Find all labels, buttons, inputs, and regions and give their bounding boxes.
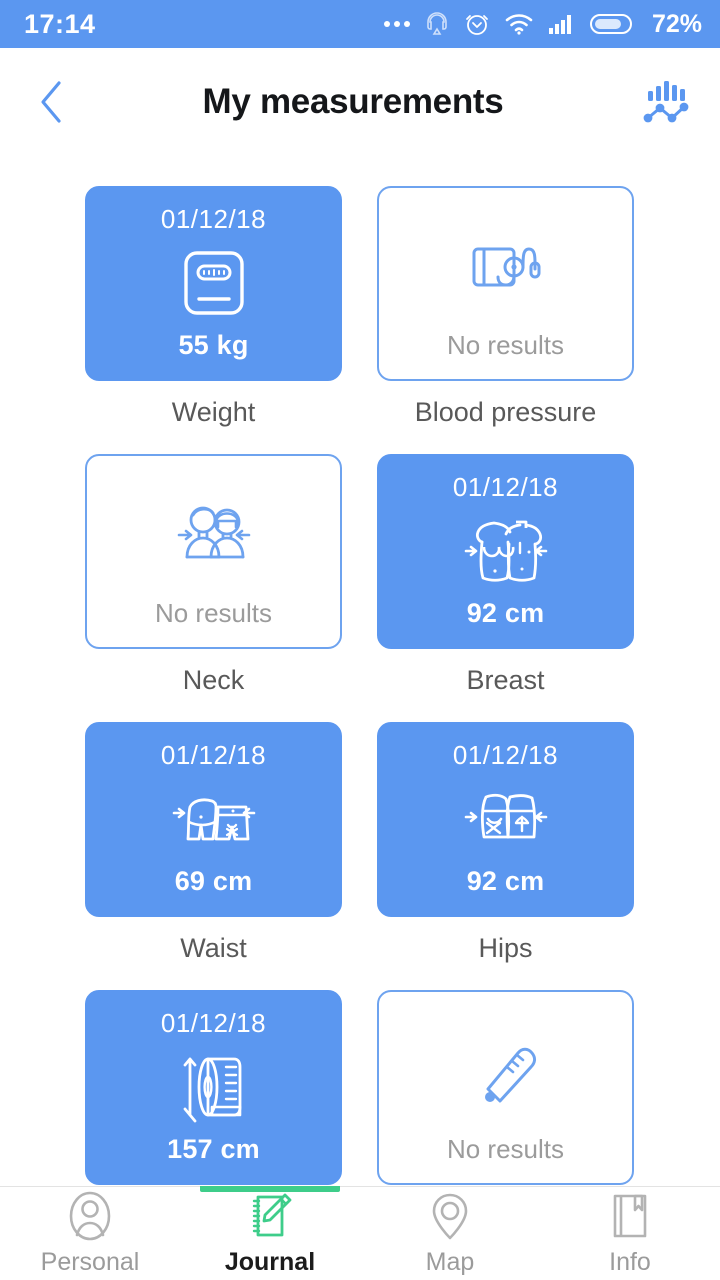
chevron-left-icon [41,81,61,123]
card-date: 01/12/18 [160,740,267,770]
thermometer-icon [484,1047,536,1103]
card-label-waist: Waist [180,933,247,963]
card-icon-wrap [450,503,562,598]
measurement-cell-hips: 01/12/18 92 cm Hips [377,722,634,990]
notebook-pencil-icon [252,1193,292,1237]
nav-tab-label: Info [609,1248,651,1276]
nav-tab-label: Journal [224,1248,316,1276]
nav-tab-label: Personal [40,1248,140,1276]
battery-icon [589,14,632,34]
card-icon-wrap [158,771,270,866]
nav-tab-label: Map [425,1248,475,1276]
measurement-card-hips[interactable]: 01/12/18 92 cm [377,722,634,917]
app-screen: 17:14 72% My measurements 01/12/18 55 kg… [0,0,720,1280]
nav-tab-map[interactable]: Map [360,1187,540,1280]
card-label-weight: Weight [171,397,256,427]
measurement-cell-height: 01/12/18 157 cm [85,990,342,1186]
scale-icon [183,250,244,315]
card-value: 92 cm [466,866,545,896]
card-value: 92 cm [466,598,545,628]
nav-tab-personal[interactable]: Personal [0,1187,180,1280]
measurements-scroll-area[interactable]: 01/12/18 55 kg Weight No results Blood p… [0,156,720,1186]
more-dots-icon [383,21,410,27]
card-label-blood-pressure: Blood pressure [414,397,597,427]
measurement-card-height[interactable]: 01/12/18 157 cm [85,990,342,1185]
battery-percent-label: 72% [651,9,702,38]
measurement-card-neck[interactable]: No results [85,454,342,649]
person-icon [69,1191,111,1241]
map-pin-icon [432,1193,468,1240]
waist-icon [172,797,255,840]
card-label-hips: Hips [478,933,533,963]
active-tab-indicator [200,1186,340,1192]
card-date: 01/12/18 [160,204,267,234]
statistics-button[interactable] [636,72,696,132]
nav-tab-info[interactable]: Info [540,1187,720,1280]
blood-pressure-monitor-icon [472,247,540,287]
card-date: 01/12/18 [160,1008,267,1038]
bar-line-chart-icon [643,81,689,123]
card-empty-text: No results [154,598,273,628]
card-date: 01/12/18 [452,472,559,502]
measurements-grid: 01/12/18 55 kg Weight No results Blood p… [0,156,720,1186]
page-title: My measurements [202,82,504,121]
book-bookmark-icon [613,1194,647,1238]
card-icon-wrap [450,771,562,866]
status-bar: 17:14 72% [0,0,720,48]
card-value: 69 cm [174,866,253,896]
hips-icon [464,793,547,838]
card-empty-text: No results [446,330,565,360]
headset-icon [427,12,447,35]
measurement-cell-neck: No results Neck [85,454,342,722]
measurement-cell-blood-pressure: No results Blood pressure [377,186,634,454]
signal-icon [548,15,571,34]
measurement-card-breast[interactable]: 01/12/18 92 cm [377,454,634,649]
wifi-icon [505,14,533,35]
card-value: 55 kg [178,330,249,360]
card-icon-wrap [164,1039,264,1134]
bottom-navigation: Personal Journal Map Info [0,1186,720,1280]
card-icon-wrap [172,235,256,330]
measurement-cell-waist: 01/12/18 69 cm Waist [85,722,342,990]
nav-tab-journal[interactable]: Journal [180,1186,360,1280]
two-people-neck-icon [177,506,250,559]
measurement-card-weight[interactable]: 01/12/18 55 kg [85,186,342,381]
measurement-cell-breast: 01/12/18 92 cm Breast [377,454,634,722]
card-icon-wrap [159,472,269,598]
status-time: 17:14 [24,8,96,39]
measurement-cell-weight: 01/12/18 55 kg Weight [85,186,342,454]
card-icon-wrap [462,204,550,330]
measuring-tape-height-icon [183,1057,241,1122]
measurement-cell-temperature: No results [377,990,634,1186]
alarm-icon [466,15,488,35]
card-label-neck: Neck [182,665,245,695]
measurement-card-temperature[interactable]: No results [377,990,634,1185]
card-empty-text: No results [446,1134,565,1164]
measurement-card-blood-pressure[interactable]: No results [377,186,634,381]
card-icon-wrap [464,1008,548,1134]
status-icons: 72% [383,9,702,39]
app-header: My measurements [0,48,720,156]
torso-breast-icon [464,520,547,582]
card-label-breast: Breast [466,665,545,695]
card-date: 01/12/18 [452,740,559,770]
card-value: 157 cm [167,1134,260,1164]
measurement-card-waist[interactable]: 01/12/18 69 cm [85,722,342,917]
